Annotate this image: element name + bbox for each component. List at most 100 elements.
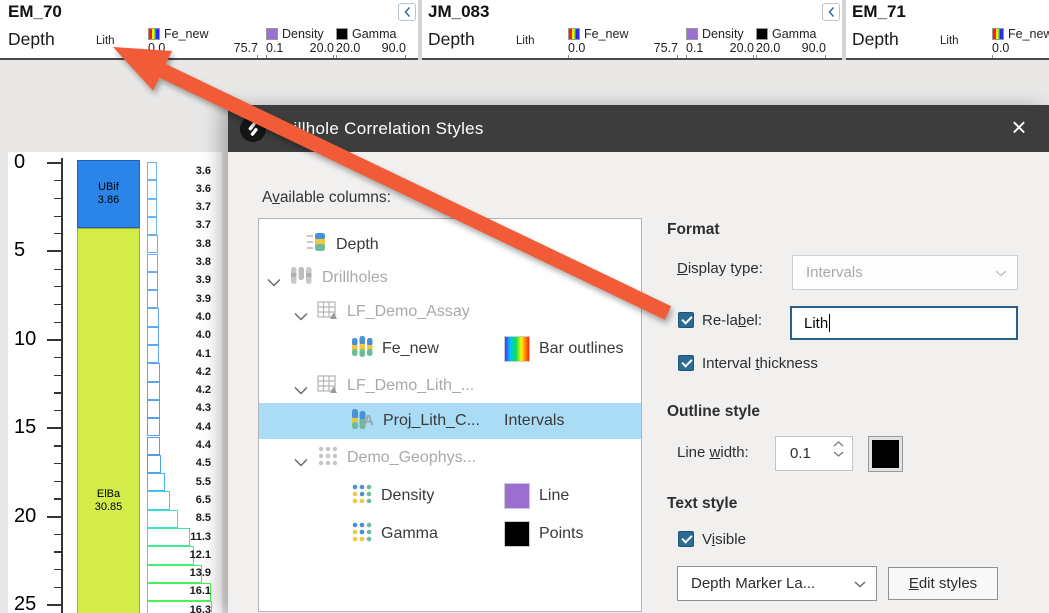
relabel-input[interactable]: Lith [790, 306, 1018, 340]
style-swatch [504, 521, 530, 547]
tree-item-label: Drillholes [322, 269, 388, 287]
depth-minor-tick [54, 180, 61, 181]
edit-styles-button[interactable]: Edit styles [888, 567, 998, 600]
chevron-down-icon[interactable] [267, 274, 281, 283]
lith-interval-elba [77, 228, 140, 613]
fe-value-label: 12.1 [158, 549, 211, 561]
outline-style-heading: Outline style [667, 403, 760, 421]
fe-value-label: 3.9 [158, 274, 211, 286]
fe-value-label: 5.5 [158, 476, 211, 488]
fe-bar-outline [147, 217, 157, 235]
dialog-titlebar[interactable]: Drillhole Correlation Styles × [228, 105, 1049, 152]
tree-item-label: LF_Demo_Assay [347, 303, 470, 321]
style-label: Line [539, 487, 569, 505]
fe_new-swatch-icon [568, 28, 580, 40]
depth-minor-tick [54, 357, 61, 358]
drillhole-header-strip: EM_70 Depth Lith Fe_new0.075.7Density0.1… [0, 0, 1049, 60]
tree-item-lf-demo-lith[interactable]: LF_Demo_Lith_... [259, 369, 641, 403]
depth-tick-label: 5 [14, 239, 25, 262]
fe-bar-outline [147, 180, 157, 198]
spinner-down-icon[interactable] [833, 451, 844, 457]
svg-text:A: A [363, 412, 374, 429]
fe-value-label: 11.3 [158, 531, 211, 543]
fe-value-label: 3.6 [158, 165, 211, 177]
spinner-up-icon[interactable] [833, 441, 844, 447]
table-warning-icon [317, 300, 338, 325]
fe-value-label: 4.5 [158, 457, 211, 469]
curve-legend-group: Fe_new0.0 [844, 0, 1049, 58]
depth-minor-tick [54, 233, 61, 234]
drillhole-styles-icon [240, 116, 266, 142]
curve-legend-gamma: Gamma20.090.0 [336, 26, 406, 60]
column-style: Intervals [504, 412, 564, 430]
tree-item-label: Demo_Geophys... [347, 449, 476, 467]
points-table-icon [317, 445, 338, 472]
text-style-dropdown[interactable]: Depth Marker La... [677, 566, 877, 601]
fe-value-label: 4.2 [158, 366, 211, 378]
panel-separator [418, 0, 422, 60]
close-icon[interactable]: × [1005, 113, 1033, 143]
depth-minor-tick [54, 286, 61, 287]
tree-item-demo-geophys[interactable]: Demo_Geophys... [259, 439, 641, 477]
depth-minor-tick [54, 481, 61, 482]
depth-major-tick [47, 250, 61, 252]
tree-item-fe-new[interactable]: Fe_newBar outlines [259, 329, 641, 369]
dots-column-icon [351, 521, 372, 548]
depth-axis-line [61, 158, 63, 613]
interval-thickness-checkbox[interactable] [678, 355, 694, 371]
fe-value-label: 6.5 [158, 494, 211, 506]
drillhole-panel-em70: EM_70 Depth Lith Fe_new0.075.7Density0.1… [0, 0, 420, 60]
fe-value-label: 4.3 [158, 402, 211, 414]
line-width-spinner[interactable]: 0.1 [775, 436, 853, 471]
display-type-label: Display type: [677, 260, 763, 277]
style-label: Points [539, 525, 583, 543]
depth-major-tick [47, 339, 61, 341]
tree-item-label: Gamma [381, 525, 438, 543]
display-type-dropdown[interactable]: Intervals [792, 255, 1018, 290]
relabel-checkbox[interactable] [678, 312, 694, 328]
drillhole-correlation-styles-dialog: Drillhole Correlation Styles × Available… [228, 105, 1049, 613]
lith-interval-label: UBif3.86 [77, 181, 140, 207]
depth-log-icon [306, 231, 327, 259]
depth-major-tick [47, 516, 61, 518]
outline-color-swatch[interactable] [868, 436, 903, 472]
text-style-heading: Text style [667, 495, 737, 513]
depth-tick-label: 0 [14, 152, 25, 174]
curve-legend-fe_new: Fe_new0.075.7 [568, 26, 678, 60]
style-swatch [504, 336, 530, 362]
depth-minor-tick [54, 375, 61, 376]
tree-item-label: Fe_new [382, 340, 439, 358]
chevron-down-icon[interactable] [294, 454, 308, 463]
fe-value-label: 16.1 [158, 585, 211, 597]
density-swatch-icon [686, 28, 698, 40]
style-label: Intervals [504, 412, 564, 430]
visible-checkbox[interactable] [678, 531, 694, 547]
tree-item-proj-lith-c[interactable]: A Proj_Lith_C... Intervals [259, 403, 641, 439]
fe-bar-outline [147, 308, 159, 326]
available-columns-tree[interactable]: Depth Drillholes LF_Demo_Assay Fe_newBar ou… [258, 218, 642, 612]
tree-item-label: Depth [336, 236, 379, 254]
depth-minor-tick [54, 269, 61, 270]
fe-bar-outline [147, 199, 157, 217]
depth-tick-label: 15 [14, 416, 36, 439]
interval-column-icon [351, 335, 373, 363]
tree-item-density[interactable]: DensityLine [259, 477, 641, 515]
tree-item-lf-demo-assay[interactable]: LF_Demo_Assay [259, 295, 641, 329]
chevron-down-icon[interactable] [294, 382, 308, 391]
table-warning-icon [317, 374, 338, 399]
chevron-down-icon[interactable] [294, 308, 308, 317]
depth-tick-label: 25 [14, 593, 36, 613]
interval-thickness-label: Interval thickness [702, 355, 818, 372]
tree-item-label: Proj_Lith_C... [383, 412, 480, 430]
tree-item-gamma[interactable]: Gamma Points [259, 515, 641, 553]
depth-major-tick [47, 604, 61, 606]
fe-value-label: 16.3 [158, 604, 211, 613]
column-style: Points [504, 521, 583, 547]
depth-major-tick [47, 162, 61, 164]
depth-minor-tick [54, 322, 61, 323]
drillholes-icon [290, 265, 313, 292]
depth-minor-tick [54, 534, 61, 535]
density-swatch-icon [266, 28, 278, 40]
tree-item-depth[interactable]: Depth [259, 229, 641, 261]
tree-item-drillholes[interactable]: Drillholes [259, 261, 641, 295]
